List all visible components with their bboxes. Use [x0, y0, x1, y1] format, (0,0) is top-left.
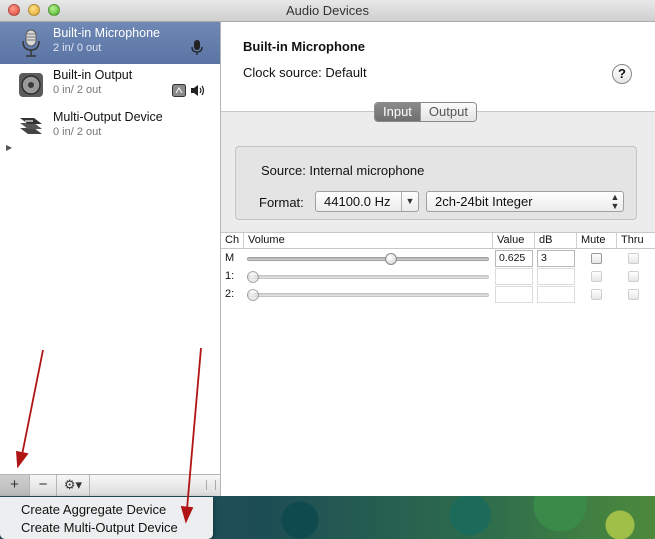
device-multi-output[interactable]: Multi-Output Device 0 in/ 2 out: [0, 106, 220, 148]
col-mute[interactable]: Mute: [577, 233, 617, 248]
col-value[interactable]: Value: [493, 233, 535, 248]
menu-item-create-multi-output-device[interactable]: Create Multi-Output Device: [21, 520, 178, 535]
window-title: Audio Devices: [285, 3, 370, 18]
thru-checkbox[interactable]: [628, 289, 639, 300]
remove-device-button[interactable]: −: [30, 475, 57, 496]
col-ch[interactable]: Ch: [221, 233, 244, 248]
db-field[interactable]: [537, 286, 575, 303]
mute-checkbox[interactable]: [591, 271, 602, 282]
audio-devices-window: Audio Devices Built-in Microphone 2 in/ …: [0, 0, 655, 496]
volume-slider-knob[interactable]: [247, 271, 259, 283]
clock-source: Clock source: Default: [243, 65, 367, 80]
col-db[interactable]: dB: [535, 233, 577, 248]
device-built-in-microphone[interactable]: Built-in Microphone 2 in/ 0 out: [0, 22, 220, 64]
chevron-down-icon: ▼: [401, 192, 418, 211]
col-thru[interactable]: Thru: [617, 233, 655, 248]
value-field[interactable]: [495, 286, 533, 303]
sidebar-toolbar: + − ⚙▾: [0, 474, 221, 496]
add-device-popup-menu: Create Aggregate Device Create Multi-Out…: [0, 497, 213, 539]
add-device-button[interactable]: +: [0, 475, 30, 496]
mute-checkbox[interactable]: [591, 253, 602, 264]
volume-slider-ch1[interactable]: [247, 275, 489, 279]
mute-checkbox[interactable]: [591, 289, 602, 300]
tab-input[interactable]: Input: [375, 103, 420, 121]
up-down-chevron-icon: ▲ ▼: [610, 192, 620, 211]
close-button[interactable]: [8, 4, 20, 16]
help-button[interactable]: ?: [612, 64, 632, 84]
volume-table: Ch Volume Value dB Mute Thru M 0.625 3 1…: [221, 232, 655, 496]
menu-item-create-aggregate-device[interactable]: Create Aggregate Device: [21, 502, 166, 517]
db-field[interactable]: [537, 268, 575, 285]
thru-checkbox[interactable]: [628, 253, 639, 264]
db-field[interactable]: 3: [537, 250, 575, 267]
thru-checkbox[interactable]: [628, 271, 639, 282]
zoom-button[interactable]: [48, 4, 60, 16]
device-title: Built-in Microphone: [243, 39, 366, 54]
volume-slider-knob[interactable]: [385, 253, 397, 265]
minimize-button[interactable]: [28, 4, 40, 16]
microphone-icon: [22, 29, 40, 57]
gear-menu-button[interactable]: ⚙▾: [57, 475, 90, 496]
default-output-speaker-icon: [191, 85, 205, 96]
multi-output-icon: [20, 118, 42, 134]
volume-slider-ch2[interactable]: [247, 293, 489, 297]
device-header: Built-in Microphone Clock source: Defaul…: [221, 22, 655, 112]
speaker-icon: [19, 73, 43, 97]
system-output-finder-icon: [172, 84, 186, 97]
value-field[interactable]: [495, 268, 533, 285]
sample-rate-popup[interactable]: 44100.0 Hz ▼: [315, 191, 419, 212]
volume-slider-knob[interactable]: [247, 289, 259, 301]
tab-output[interactable]: Output: [419, 103, 476, 121]
default-input-mic-icon: [191, 40, 203, 55]
format-label: Format:: [259, 195, 304, 210]
value-field[interactable]: 0.625: [495, 250, 533, 267]
volume-slider-master[interactable]: [247, 257, 489, 261]
source-label: Source: Internal microphone: [261, 163, 425, 178]
resize-handle[interactable]: [206, 480, 216, 490]
bit-format-popup[interactable]: 2ch-24bit Integer ▲ ▼: [426, 191, 624, 212]
device-list: Built-in Microphone 2 in/ 0 out Built-in…: [0, 22, 221, 496]
device-built-in-output[interactable]: Built-in Output 0 in/ 2 out: [0, 64, 220, 106]
device-detail-pane: Built-in Microphone Clock source: Defaul…: [221, 22, 655, 496]
source-format-box: Source: Internal microphone Format: 4410…: [235, 146, 637, 220]
title-bar: Audio Devices: [0, 0, 655, 22]
col-volume[interactable]: Volume: [244, 233, 493, 248]
input-output-segmented-control: Input Output: [374, 102, 477, 122]
